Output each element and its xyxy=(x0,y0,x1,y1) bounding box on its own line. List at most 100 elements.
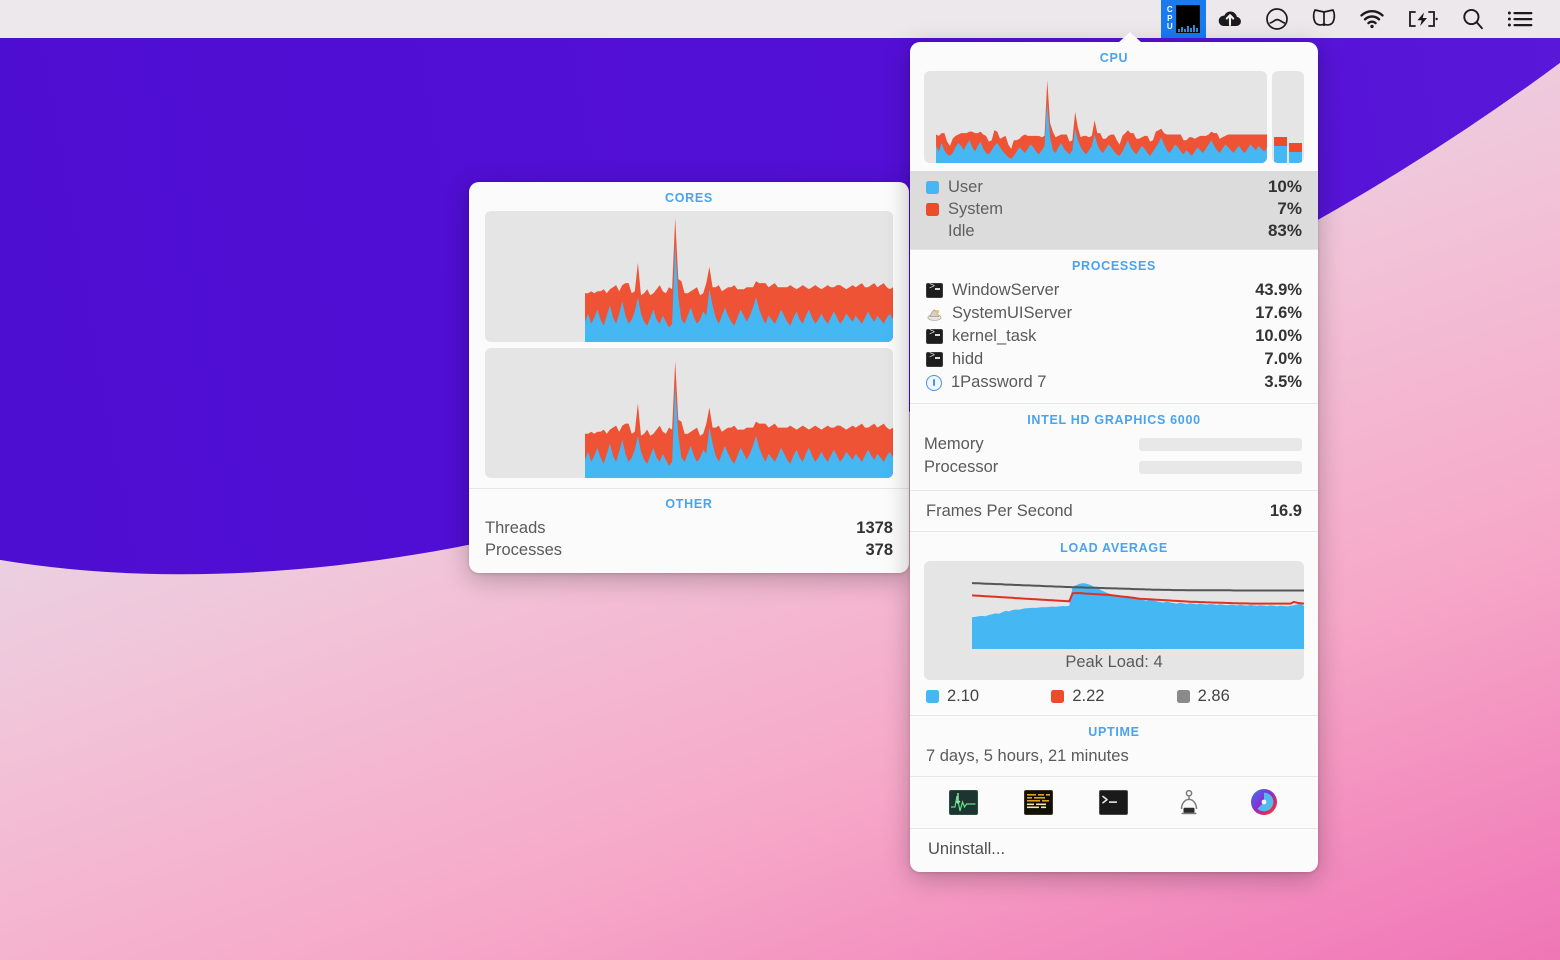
core-2-graph xyxy=(485,348,893,478)
cpu-mini-indicator: CPU xyxy=(1167,5,1200,33)
cores-section-title: CORES xyxy=(665,191,713,205)
gpu-row-processor: Processor xyxy=(910,456,1318,479)
terminal-icon xyxy=(926,351,943,367)
wifi-icon xyxy=(1360,9,1384,29)
process-name-hidd: hidd xyxy=(952,350,984,368)
load-1min-value: 2.10 xyxy=(947,687,980,705)
activity-monitor-icon xyxy=(949,789,979,815)
load-15min-value: 2.86 xyxy=(1197,687,1230,705)
process-name-kernel-task: kernel_task xyxy=(952,327,1037,345)
other-label-processes: Processes xyxy=(485,540,563,559)
load-legend-1min: 2.10 xyxy=(926,687,1051,706)
cpu-history-graph xyxy=(924,71,1267,163)
cores-popover-panel: CORES OTHER Threads 1378 Processes 378 xyxy=(469,182,909,573)
cpu-section-title: CPU xyxy=(1099,51,1129,65)
cpu-legend-row-user: User 10% xyxy=(910,176,1318,198)
butterfly-icon xyxy=(1312,9,1336,26)
cpu-mini-label: CPU xyxy=(1166,5,1173,32)
cpu-mini-graph xyxy=(1176,5,1200,33)
terminal-icon xyxy=(926,282,943,298)
process-row-windowserver[interactable]: WindowServer 43.9% xyxy=(910,279,1318,302)
other-section-title: OTHER xyxy=(665,497,713,511)
process-row-kernel-task[interactable]: kernel_task 10.0% xyxy=(910,325,1318,348)
cpu-legend-label-idle: Idle xyxy=(948,221,975,240)
preferences-icon xyxy=(1180,789,1198,814)
terminal-icon xyxy=(1099,789,1129,815)
battery-charging-icon xyxy=(1409,11,1438,27)
load-5min-swatch xyxy=(1051,690,1065,703)
load-5min-value: 2.22 xyxy=(1072,687,1105,705)
process-name-systemuiserver: SystemUIServer xyxy=(952,304,1073,322)
tool-strip xyxy=(910,777,1318,828)
cpu-legend-row-idle: Idle 83% xyxy=(910,220,1318,242)
gpu-label-memory: Memory xyxy=(924,435,984,453)
fps-label: Frames Per Second xyxy=(926,501,1073,520)
menu-item-wifi[interactable] xyxy=(1348,0,1396,38)
search-icon xyxy=(1463,8,1483,30)
systemui-icon xyxy=(926,306,943,321)
other-value-processes: 378 xyxy=(865,540,893,559)
process-value-windowserver: 43.9% xyxy=(1255,281,1302,299)
about-button[interactable] xyxy=(1247,787,1281,817)
gpu-row-memory: Memory xyxy=(910,433,1318,456)
peak-load-label: Peak Load: 4 xyxy=(1065,653,1163,671)
menu-item-battery[interactable] xyxy=(1396,0,1450,38)
other-row-threads: Threads 1378 xyxy=(469,517,909,539)
circle-slash-icon xyxy=(1266,8,1288,30)
fps-row: Frames Per Second 16.9 xyxy=(910,491,1318,531)
console-icon xyxy=(1024,789,1054,815)
menu-item-cpu-monitor[interactable]: CPU xyxy=(1160,0,1206,38)
console-button[interactable] xyxy=(1022,787,1056,817)
cpu-legend-value-user: 10% xyxy=(1267,177,1302,196)
menu-item-do-not-disturb[interactable] xyxy=(1254,0,1300,38)
cpu-legend-row-system: System 7% xyxy=(910,198,1318,220)
terminal-icon xyxy=(926,328,943,344)
cpu-legend-value-idle: 83% xyxy=(1267,221,1302,240)
other-value-threads: 1378 xyxy=(856,518,893,537)
load-15min-swatch xyxy=(1176,690,1190,703)
process-value-1password: 3.5% xyxy=(1264,373,1302,391)
process-value-hidd: 7.0% xyxy=(1264,350,1302,368)
process-row-hidd[interactable]: hidd 7.0% xyxy=(910,348,1318,371)
menu-item-control-center[interactable] xyxy=(1496,0,1546,38)
menu-item-cloud-upload[interactable] xyxy=(1206,0,1254,38)
gpu-section-title: INTEL HD GRAPHICS 6000 xyxy=(1027,413,1201,427)
load-legend-15min: 2.86 xyxy=(1176,687,1302,706)
load-1min-swatch xyxy=(926,690,939,703)
load-legend-5min: 2.22 xyxy=(1051,687,1176,706)
load-average-graph: Peak Load: 4 xyxy=(924,561,1304,680)
menu-bar: CPU xyxy=(0,0,1560,38)
cloud-upload-icon xyxy=(1218,11,1241,27)
process-row-systemuiserver[interactable]: SystemUIServer 17.6% xyxy=(910,302,1318,325)
menu-item-butterfly[interactable] xyxy=(1300,0,1348,38)
process-row-1password[interactable]: 1Password 7 3.5% xyxy=(910,371,1318,394)
system-color-swatch xyxy=(926,202,939,216)
onepassword-icon xyxy=(926,374,942,391)
idle-color-swatch xyxy=(926,225,939,238)
uninstall-menu-item[interactable]: Uninstall... xyxy=(910,829,1318,872)
gpu-memory-bar-track xyxy=(1139,438,1302,451)
core-1-graph xyxy=(485,211,893,342)
cpu-legend-group[interactable]: User 10% System 7% Idle 83% xyxy=(910,171,1318,249)
activity-monitor-button[interactable] xyxy=(947,787,981,817)
menu-item-spotlight-search[interactable] xyxy=(1450,0,1496,38)
fps-value: 16.9 xyxy=(1269,501,1302,520)
control-center-icon xyxy=(1507,11,1533,27)
cpu-popover-panel: CPU User 10% System 7% Idle 83% PROCESSE… xyxy=(910,42,1318,872)
cpu-legend-value-system: 7% xyxy=(1277,199,1302,218)
about-icon xyxy=(1251,789,1278,815)
terminal-button[interactable] xyxy=(1097,787,1131,817)
preferences-button[interactable] xyxy=(1172,787,1206,817)
cpu-current-bar xyxy=(1272,71,1304,163)
process-name-windowserver: WindowServer xyxy=(952,281,1060,299)
other-row-processes: Processes 378 xyxy=(469,539,909,561)
cpu-popover-arrow xyxy=(1118,32,1142,43)
uptime-section-title: UPTIME xyxy=(1088,725,1140,739)
process-name-1password: 1Password 7 xyxy=(951,373,1047,391)
cpu-legend-label-user: User xyxy=(948,177,983,196)
uptime-value: 7 days, 5 hours, 21 minutes xyxy=(926,747,1129,765)
gpu-processor-bar-track xyxy=(1139,461,1302,474)
other-label-threads: Threads xyxy=(485,518,546,537)
load-average-section-title: LOAD AVERAGE xyxy=(1060,541,1168,555)
process-value-kernel-task: 10.0% xyxy=(1255,327,1302,345)
